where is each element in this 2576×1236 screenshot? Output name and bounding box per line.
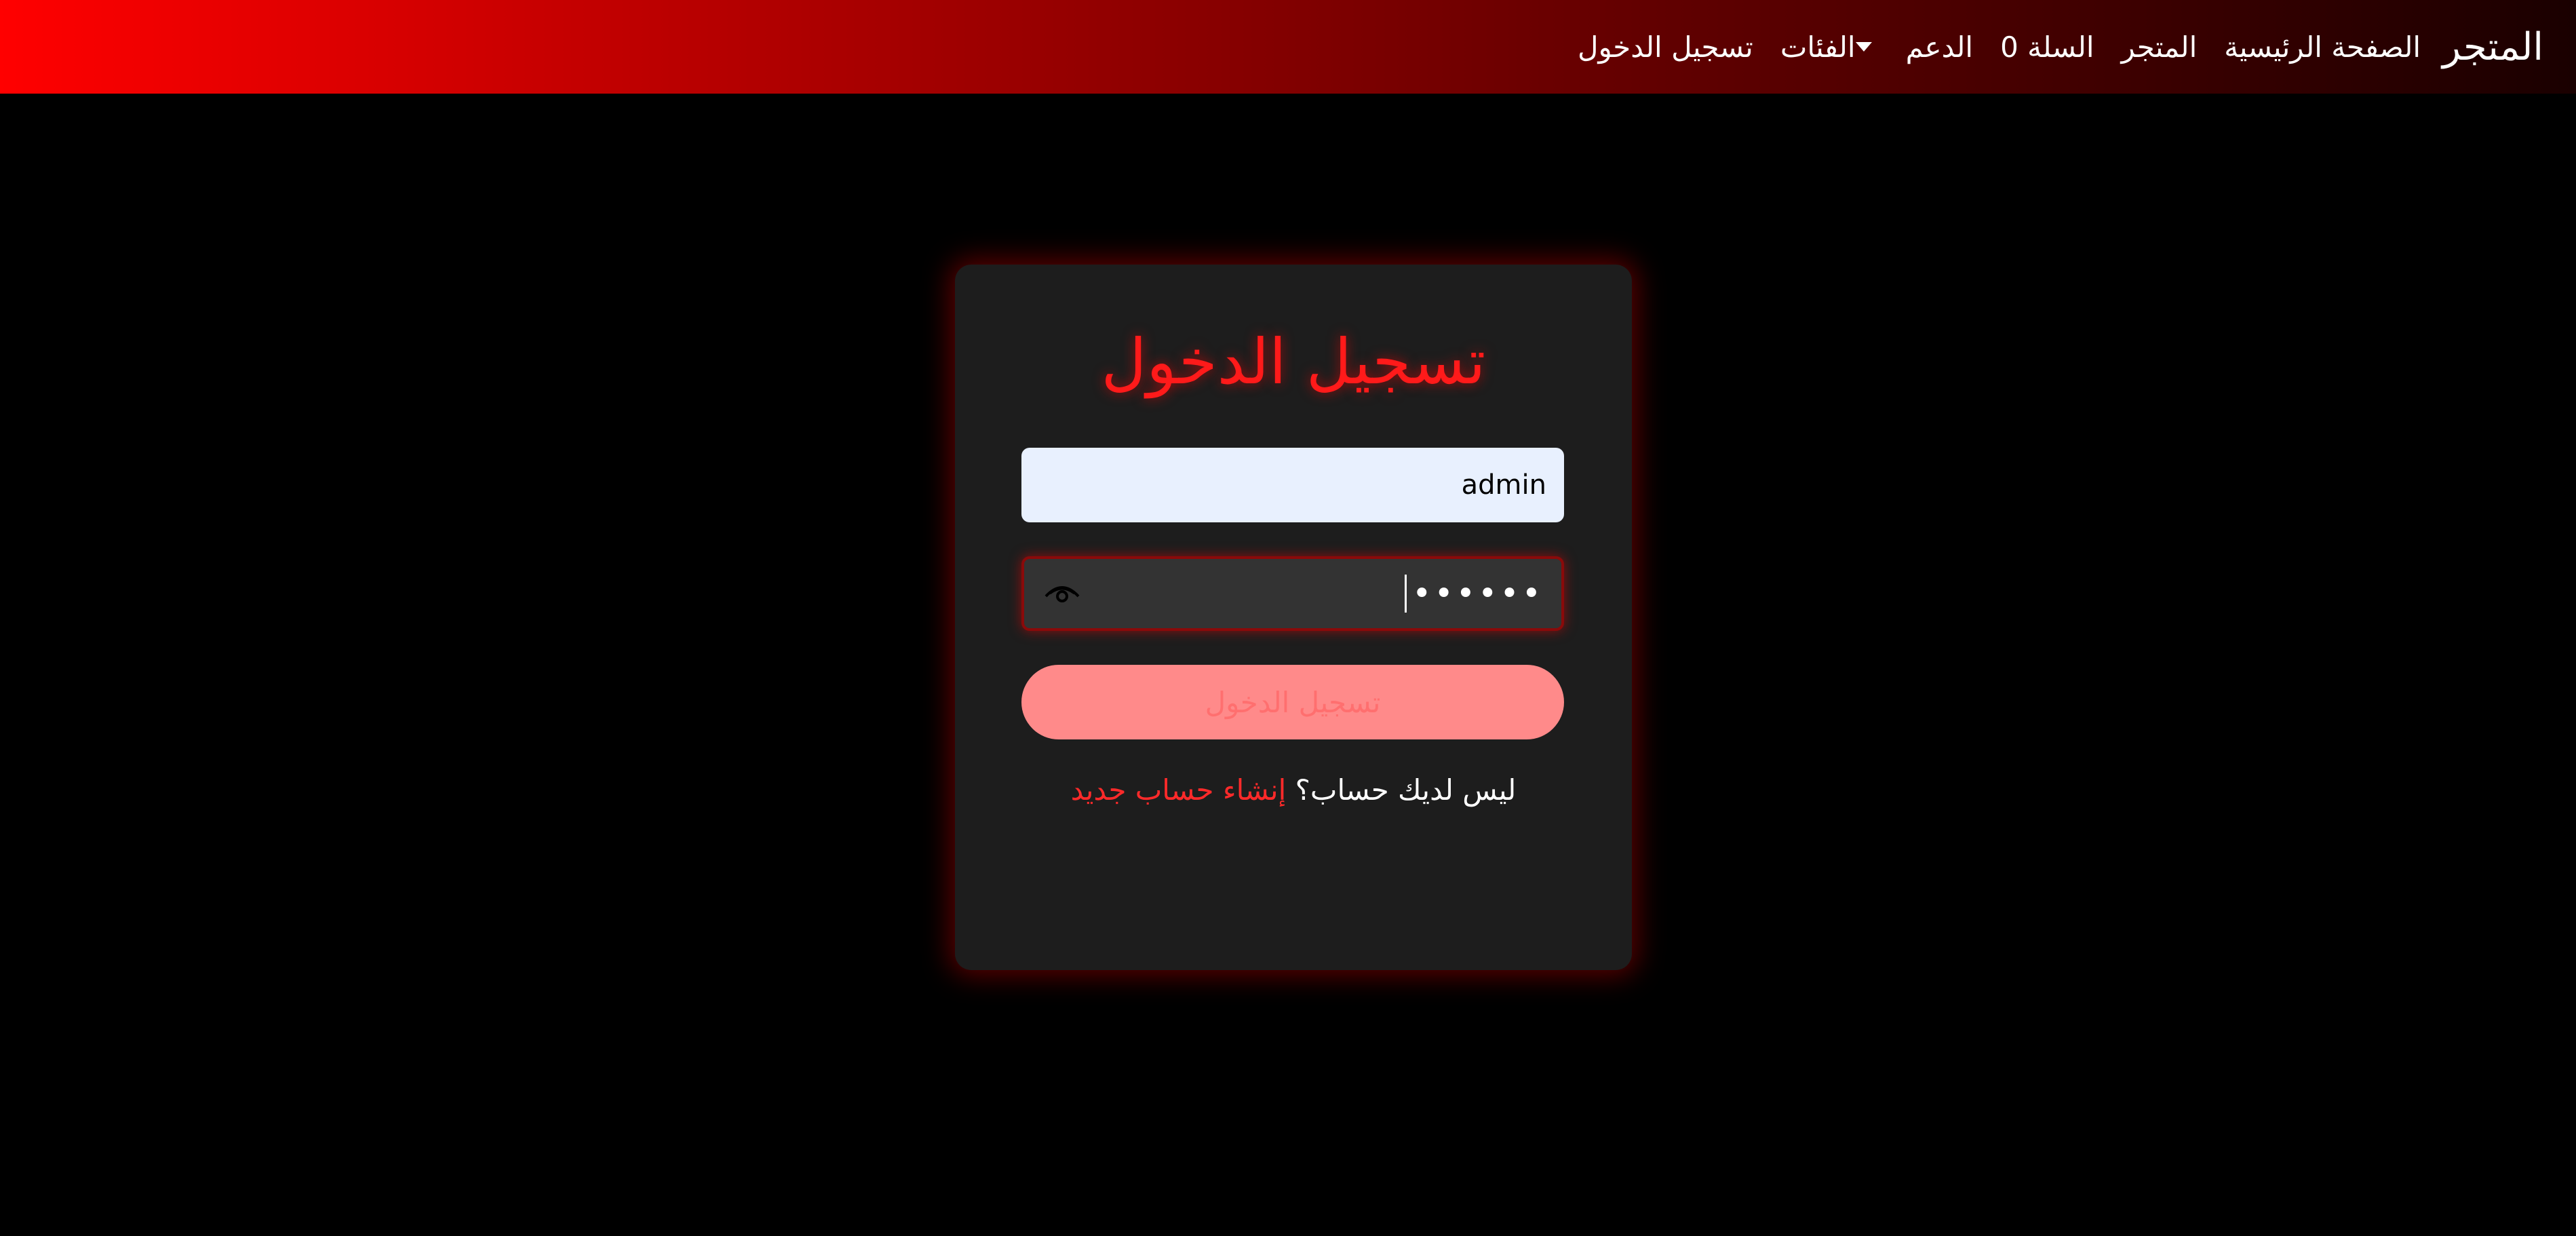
nav-home[interactable]: الصفحة الرئيسية bbox=[2224, 31, 2421, 64]
login-card: تسجيل الدخول admin •••••• تسجيل الدخول ل… bbox=[955, 265, 1632, 970]
eye-icon[interactable] bbox=[1042, 580, 1082, 607]
no-account-text: ليس لديك حساب؟ bbox=[1295, 773, 1517, 807]
nav-login[interactable]: تسجيل الدخول bbox=[1578, 31, 1753, 64]
password-masked-value: •••••• bbox=[1412, 575, 1544, 613]
top-navbar: المتجر الصفحة الرئيسية المتجر السلة 0 ال… bbox=[0, 0, 2576, 94]
brand-logo[interactable]: المتجر bbox=[2442, 25, 2543, 69]
password-input[interactable]: •••••• bbox=[1021, 556, 1564, 631]
nav-categories-label: الفئات bbox=[1780, 30, 1856, 64]
password-field-content: •••••• bbox=[1405, 575, 1544, 613]
login-title: تسجيل الدخول bbox=[1101, 326, 1486, 398]
login-submit-button[interactable]: تسجيل الدخول bbox=[1021, 665, 1564, 739]
nav-categories-dropdown[interactable]: الفئات bbox=[1780, 31, 1879, 64]
signup-prompt: ليس لديك حساب؟ إنشاء حساب جديد bbox=[955, 773, 1632, 807]
username-input[interactable]: admin bbox=[1021, 448, 1564, 522]
nav-support[interactable]: الدعم bbox=[1906, 31, 1974, 64]
text-cursor bbox=[1405, 575, 1407, 613]
caret-down-icon bbox=[1855, 42, 1872, 52]
create-account-link[interactable]: إنشاء حساب جديد bbox=[1071, 773, 1287, 807]
nav-cart[interactable]: السلة 0 bbox=[2000, 31, 2094, 64]
nav-store[interactable]: المتجر bbox=[2122, 31, 2198, 64]
username-value: admin bbox=[1461, 469, 1546, 501]
